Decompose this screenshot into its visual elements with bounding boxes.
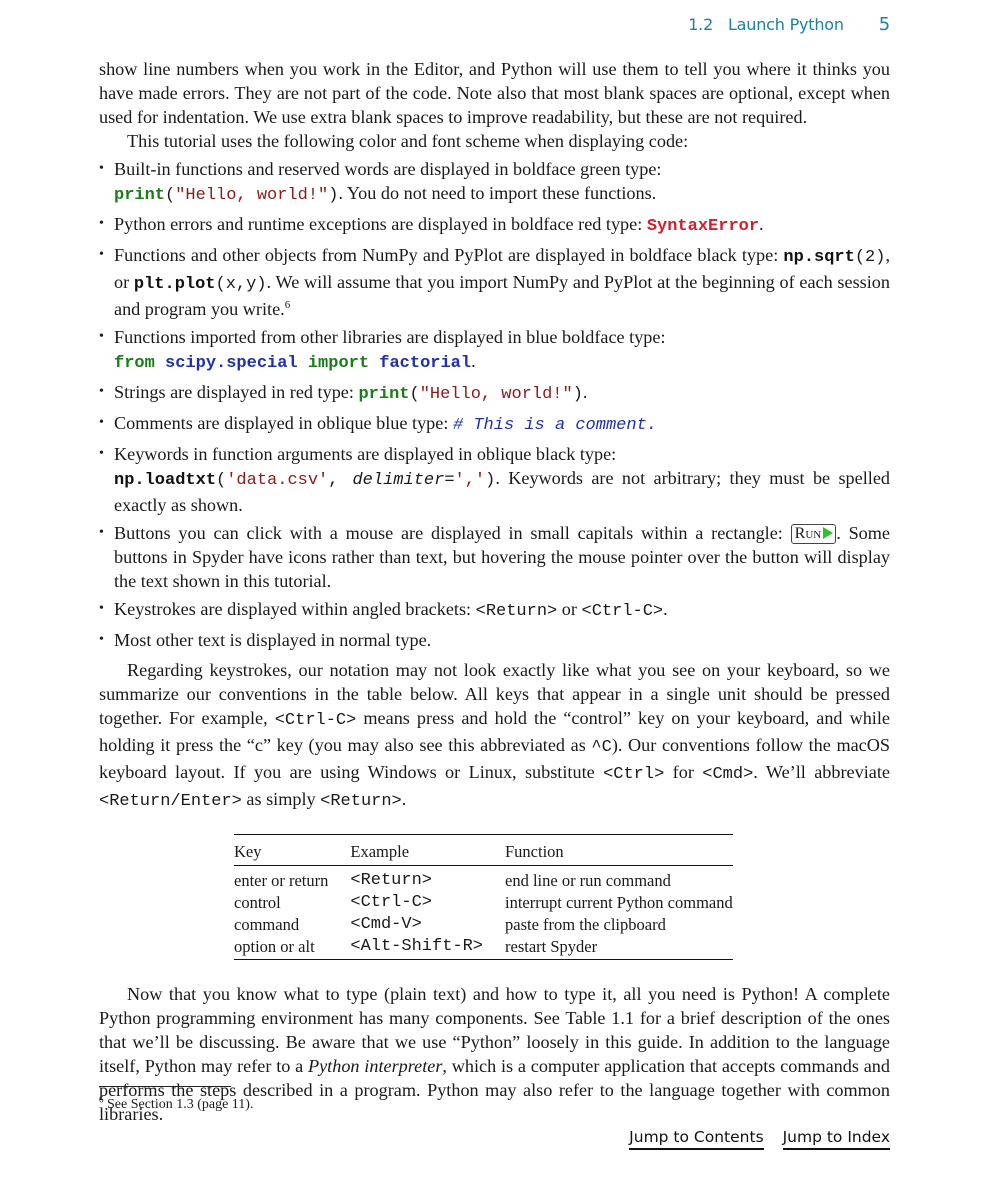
keystrokes-paragraph: Regarding keystrokes, our notation may n… [99,660,890,811]
section-title: Launch Python [727,15,844,34]
section-number: 1.2 [688,15,714,34]
table-row: option or alt <Alt-Shift-R> restart Spyd… [234,937,598,956]
list-item-buttons: • Buttons you can click with a mouse are… [99,523,890,591]
list-item-numpy: • Functions and other objects from NumPy… [99,245,890,319]
table-header-row: Key Example Function [234,834,733,866]
color-scheme-list: • Built-in functions and reserved words … [99,157,890,652]
list-item-errors: • Python errors and runtime exceptions a… [99,214,764,236]
footnote-ref[interactable]: 6 [285,299,291,311]
list-item-keywords: • Keywords in function arguments are dis… [99,444,890,515]
page-number: 5 [878,14,890,35]
play-icon [823,527,834,539]
bullet-icon: • [99,384,104,399]
bullet-icon: • [99,632,104,647]
jump-to-contents-link[interactable]: Jump to Contents [629,1128,764,1150]
list-item-strings: • Strings are displayed in red type: pri… [99,382,588,404]
bullet-icon: • [99,329,104,344]
scheme-intro-paragraph: This tutorial uses the following color a… [127,131,689,151]
intro-paragraph: show line numbers when you work in the E… [99,59,890,127]
list-item-libraries: • Functions imported from other librarie… [99,327,666,373]
list-item-normal-text: • Most other text is displayed in normal… [99,630,432,650]
column-header-example: Example [350,834,505,866]
list-item-builtins: • Built-in functions and reserved words … [99,159,662,205]
bullet-icon: • [99,415,104,430]
bullet-icon: • [99,216,104,231]
bullet-icon: • [99,525,104,540]
jump-to-index-link[interactable]: Jump to Index [782,1128,890,1150]
table-row: enter or return <Return> end line or run… [234,871,671,890]
running-header: 1.2 Launch Python 5 [688,14,890,35]
bullet-icon: • [99,446,104,461]
page-body: show line numbers when you work in the E… [99,57,890,1126]
bullet-icon: • [99,247,104,262]
footnote: 6 See Section 1.3 (page 11). [99,1094,254,1112]
page-navigation: Jump to Contents Jump to Index [615,1128,890,1150]
bullet-icon: • [99,601,104,616]
list-item-comments: • Comments are displayed in oblique blue… [99,413,657,435]
bullet-icon: • [99,161,104,176]
table-row: command <Cmd-V> paste from the clipboard [234,915,666,934]
table-row: control <Ctrl-C> interrupt current Pytho… [234,893,733,912]
column-header-key: Key [234,834,351,866]
key-conventions-table: Key Example Function enter or return <Re… [234,834,733,960]
column-header-function: Function [505,834,733,866]
list-item-keystrokes: • Keystrokes are displayed within angled… [99,599,668,621]
code-syntaxerror: SyntaxError [646,217,760,236]
run-button-example: Run [790,524,837,544]
footnote-divider [99,1086,231,1087]
